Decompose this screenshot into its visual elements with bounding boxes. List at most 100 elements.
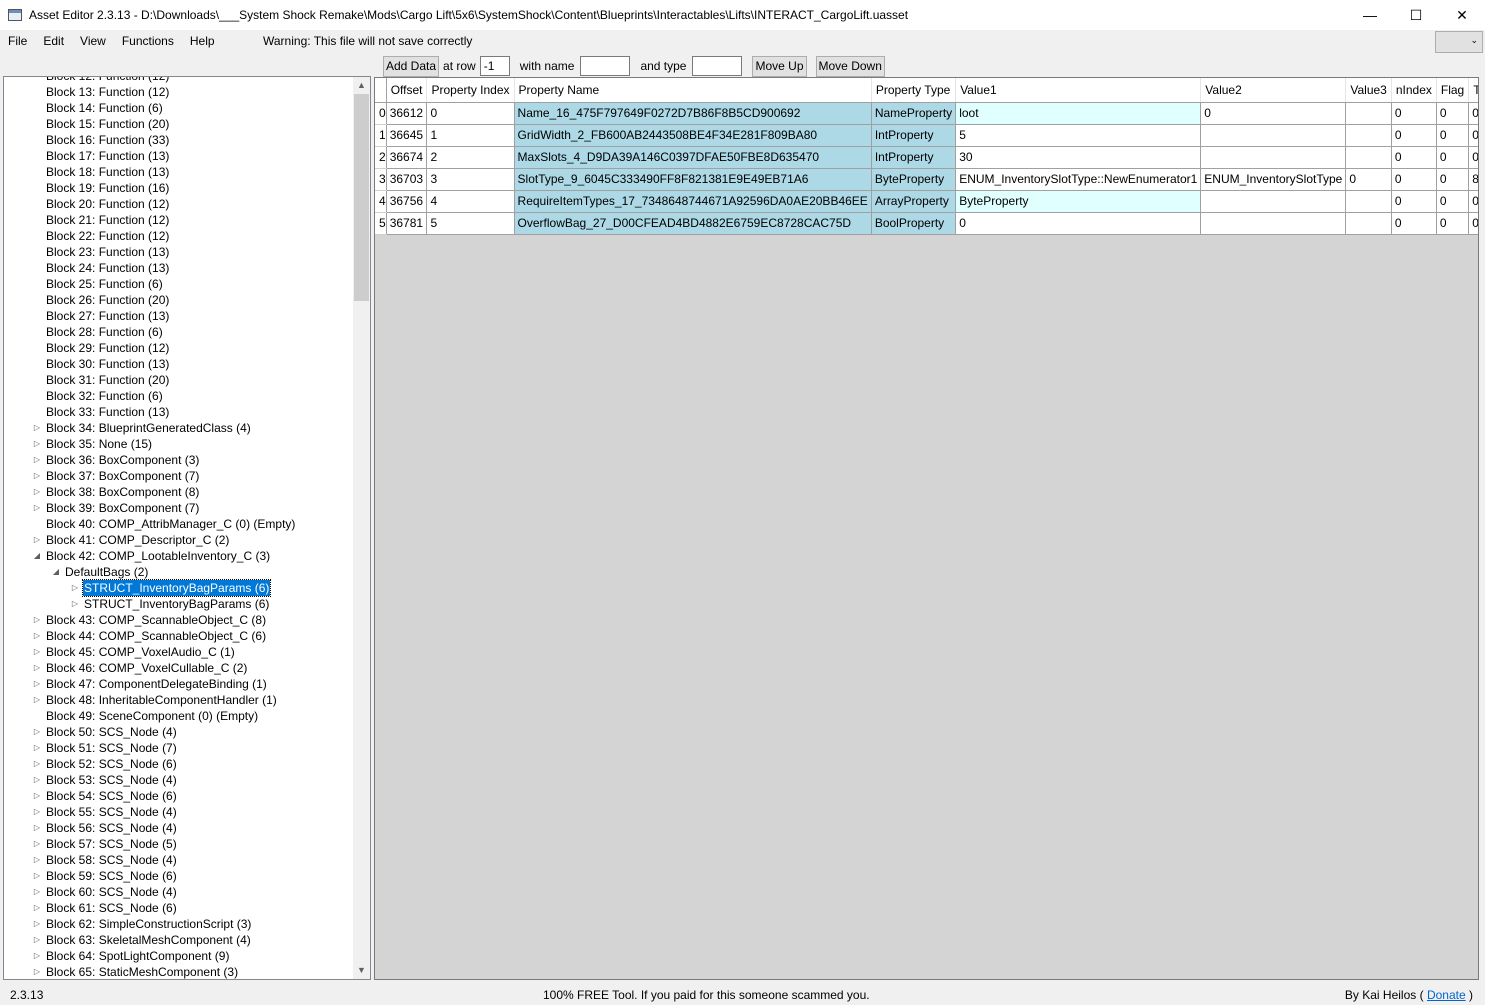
tree-item[interactable]: ▷ Block 64: SpotLightComponent (9)	[4, 948, 352, 964]
column-header[interactable]: nIndex	[1391, 78, 1437, 103]
expander-icon[interactable]: ◢	[51, 564, 61, 580]
menu-help[interactable]: Help	[182, 34, 223, 48]
tree-item[interactable]: ▷ Block 36: BoxComponent (3)	[4, 452, 352, 468]
cell-name[interactable]: Name_16_475F797649F0272D7B86F8B5CD900692	[513, 101, 872, 125]
name-input[interactable]	[580, 56, 631, 76]
cell-flag[interactable]: 0	[1435, 145, 1470, 169]
cell-v1[interactable]: 5	[955, 123, 1202, 147]
tree-item[interactable]: Block 28: Function (6)	[4, 324, 352, 340]
tree-item[interactable]: ▷ Block 50: SCS_Node (4)	[4, 724, 352, 740]
cell-v1[interactable]: 0	[955, 211, 1202, 235]
expander-icon[interactable]: ▷	[32, 916, 42, 932]
expander-icon[interactable]: ▷	[70, 580, 80, 596]
table-row[interactable]: 2 36674 2 MaxSlots_4_D9DA39A146C0397DFAE50F…	[375, 145, 1478, 169]
column-header[interactable]: Value3	[1345, 78, 1392, 103]
tree-item[interactable]: ▷ Block 54: SCS_Node (6)	[4, 788, 352, 804]
cell-type[interactable]: IntProperty	[870, 145, 957, 169]
cell-v2[interactable]	[1200, 123, 1347, 147]
cell-flag[interactable]: 0	[1435, 189, 1470, 213]
tree-item[interactable]: ▷ Block 37: BoxComponent (7)	[4, 468, 352, 484]
expander-icon[interactable]: ▷	[32, 964, 42, 979]
expander-icon[interactable]: ▷	[32, 740, 42, 756]
cell-offset[interactable]: 36781	[385, 211, 428, 235]
tree-item[interactable]: ▷ STRUCT_InventoryBagParams (6)	[4, 579, 352, 597]
cell-type[interactable]: IntProperty	[870, 123, 957, 147]
cell-pindex[interactable]: 1	[426, 123, 515, 147]
tree-item[interactable]: Block 12: Function (12)	[4, 77, 352, 84]
cell-type[interactable]: ArrayProperty	[870, 189, 957, 213]
cell-tag[interactable]: 0	[1468, 189, 1478, 213]
column-header[interactable]: Offset	[386, 78, 428, 103]
tree-item[interactable]: Block 13: Function (12)	[4, 84, 352, 100]
cell-nindex[interactable]: 0	[1390, 189, 1437, 213]
tree-item[interactable]: ▷ Block 35: None (15)	[4, 436, 352, 452]
menu-file[interactable]: File	[0, 34, 35, 48]
cell-pindex[interactable]: 4	[426, 189, 515, 213]
tree-item[interactable]: ▷ Block 60: SCS_Node (4)	[4, 884, 352, 900]
expander-icon[interactable]: ▷	[32, 500, 42, 516]
expander-icon[interactable]: ▷	[32, 788, 42, 804]
expander-icon[interactable]: ▷	[32, 932, 42, 948]
expander-icon[interactable]: ▷	[32, 436, 42, 452]
cell-flag[interactable]: 0	[1435, 167, 1470, 191]
column-header[interactable]: Tag	[1468, 78, 1478, 103]
cell-offset[interactable]: 36645	[385, 123, 428, 147]
tree-item[interactable]: Block 16: Function (33)	[4, 132, 352, 148]
expander-icon[interactable]: ▷	[32, 676, 42, 692]
cell-tag[interactable]: 0	[1468, 123, 1478, 147]
tree-scrollbar[interactable]: ▲ ▼	[353, 77, 370, 979]
cell-pindex[interactable]: 5	[426, 211, 515, 235]
menu-edit[interactable]: Edit	[35, 34, 72, 48]
cell-offset[interactable]: 36703	[385, 167, 428, 191]
cell-v3[interactable]: 0	[1345, 167, 1392, 191]
expander-icon[interactable]: ▷	[32, 644, 42, 660]
scroll-down-icon[interactable]: ▼	[353, 962, 370, 979]
tree-item[interactable]: ◢ Block 42: COMP_LootableInventory_C (3)	[4, 548, 352, 564]
move-down-button[interactable]: Move Down	[815, 55, 885, 77]
cell-name[interactable]: MaxSlots_4_D9DA39A146C0397DFAE50FBE8D635…	[513, 145, 872, 169]
expander-icon[interactable]: ▷	[32, 532, 42, 548]
tree-item[interactable]: ▷ Block 53: SCS_Node (4)	[4, 772, 352, 788]
tree-item[interactable]: ▷ Block 43: COMP_ScannableObject_C (8)	[4, 612, 352, 628]
expander-icon[interactable]: ▷	[32, 948, 42, 964]
column-header[interactable]: Value2	[1200, 78, 1347, 103]
cell-pindex[interactable]: 2	[426, 145, 515, 169]
tree-item[interactable]: ▷ Block 61: SCS_Node (6)	[4, 900, 352, 916]
table-row[interactable]: 5 36781 5 OverflowBag_27_D00CFEAD4BD4882E67…	[375, 211, 1478, 235]
expander-icon[interactable]: ▷	[32, 452, 42, 468]
cell-nindex[interactable]: 0	[1390, 123, 1437, 147]
cell-v3[interactable]	[1345, 145, 1392, 169]
tree-item[interactable]: Block 21: Function (12)	[4, 212, 352, 228]
tree-item[interactable]: Block 14: Function (6)	[4, 100, 352, 116]
tree-item[interactable]: ▷ Block 41: COMP_Descriptor_C (2)	[4, 532, 352, 548]
cell-v2[interactable]	[1200, 189, 1347, 213]
cell-v2[interactable]: ENUM_InventorySlotType	[1200, 167, 1347, 191]
cell-pindex[interactable]: 3	[426, 167, 515, 191]
donate-link[interactable]: Donate	[1427, 988, 1466, 1002]
expander-icon[interactable]: ▷	[32, 820, 42, 836]
cell-name[interactable]: SlotType_9_6045C333490FF8F821381E9E49EB7…	[513, 167, 872, 191]
cell-nindex[interactable]: 0	[1390, 145, 1437, 169]
expander-icon[interactable]: ▷	[32, 756, 42, 772]
tree-item[interactable]: ▷ Block 39: BoxComponent (7)	[4, 500, 352, 516]
tree-item[interactable]: Block 20: Function (12)	[4, 196, 352, 212]
tree-item[interactable]: ◢ DefaultBags (2)	[4, 564, 352, 580]
cell-tag[interactable]: 0	[1468, 145, 1478, 169]
cell-nindex[interactable]: 0	[1390, 101, 1437, 125]
tree-item[interactable]: Block 30: Function (13)	[4, 356, 352, 372]
cell-flag[interactable]: 0	[1435, 123, 1470, 147]
cell-name[interactable]: OverflowBag_27_D00CFEAD4BD4882E6759EC872…	[513, 211, 872, 235]
close-button[interactable]: ✕	[1439, 0, 1485, 30]
cell-name[interactable]: RequireItemTypes_17_7348648744671A92596D…	[513, 189, 872, 213]
cell-v3[interactable]	[1345, 211, 1392, 235]
tree-item[interactable]: Block 22: Function (12)	[4, 228, 352, 244]
cell-v3[interactable]	[1345, 123, 1392, 147]
tree-item[interactable]: Block 26: Function (20)	[4, 292, 352, 308]
cell-v2[interactable]	[1200, 145, 1347, 169]
column-header[interactable]: Value1	[955, 78, 1202, 103]
menu-view[interactable]: View	[72, 34, 114, 48]
table-row[interactable]: 4 36756 4 RequireItemTypes_17_7348648744671…	[375, 189, 1478, 213]
tree-item[interactable]: Block 32: Function (6)	[4, 388, 352, 404]
tree-item[interactable]: ▷ Block 45: COMP_VoxelAudio_C (1)	[4, 644, 352, 660]
cell-v1[interactable]: 30	[955, 145, 1202, 169]
